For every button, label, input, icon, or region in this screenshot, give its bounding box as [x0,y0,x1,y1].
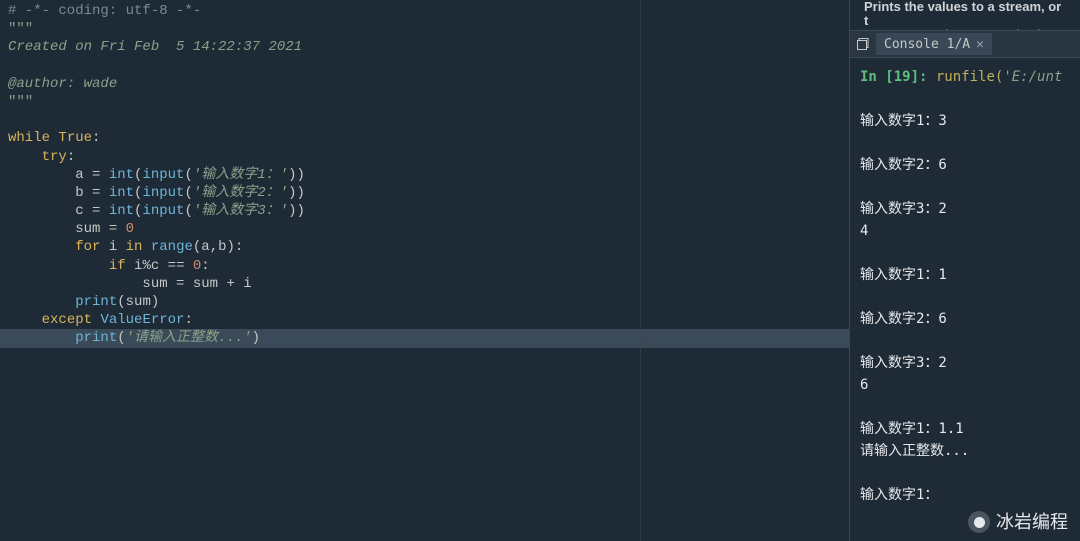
editor-ruler [640,0,641,541]
console-output[interactable]: In [19]: runfile('E:/unt 输入数字1：3 输入数字2：6… [850,58,1080,541]
code-line[interactable]: sum = sum + i [8,275,841,293]
code-line[interactable]: @author: wade [8,75,841,93]
console-line: 输入数字1： [860,484,1070,506]
console-line: 6 [860,374,1070,396]
console-line: 输入数字2：6 [860,154,1070,176]
console-line [860,286,1070,308]
console-prompt-line: In [19]: runfile('E:/unt [860,66,1070,88]
code-line[interactable]: a = int(input('输入数字1：')) [8,166,841,184]
console-line: 输入数字3：2 [860,198,1070,220]
close-icon[interactable]: ✕ [976,37,984,52]
console-line [860,462,1070,484]
help-line: Prints the values to a stream, or t [864,0,1066,28]
console-line: 输入数字2：6 [860,308,1070,330]
console-line: 4 [860,220,1070,242]
console-tab-bar: Console 1/A ✕ [850,30,1080,58]
console-line [860,396,1070,418]
code-line[interactable]: try: [8,148,841,166]
code-line[interactable]: print('请输入正整数...') [0,329,849,347]
code-line[interactable]: sum = 0 [8,220,841,238]
code-line[interactable]: except ValueError: [8,311,841,329]
right-panel: Prints the values to a stream, or t curr… [850,0,1080,541]
console-line [860,242,1070,264]
code-line[interactable]: # -*- coding: utf-8 -*- [8,2,841,20]
editor-content[interactable]: # -*- coding: utf-8 -*-"""Created on Fri… [0,0,849,350]
console-line [860,330,1070,352]
code-line[interactable] [8,111,841,129]
console-line [860,176,1070,198]
code-line[interactable]: Created on Fri Feb 5 14:22:37 2021 [8,38,841,56]
code-line[interactable]: print(sum) [8,293,841,311]
wechat-icon [968,511,990,533]
restore-window-icon[interactable] [856,37,870,51]
watermark: 冰岩编程 [968,511,1068,533]
code-line[interactable]: while True: [8,129,841,147]
console-line [860,88,1070,110]
console-line: 输入数字1：3 [860,110,1070,132]
code-line[interactable]: c = int(input('输入数字3：')) [8,202,841,220]
code-line[interactable]: if i%c == 0: [8,257,841,275]
code-editor[interactable]: # -*- coding: utf-8 -*-"""Created on Fri… [0,0,850,541]
console-tab[interactable]: Console 1/A ✕ [876,33,992,55]
code-line[interactable]: """ [8,20,841,38]
console-line [860,132,1070,154]
console-line: 输入数字1：1 [860,264,1070,286]
console-line: 输入数字3：2 [860,352,1070,374]
code-line[interactable]: """ [8,93,841,111]
console-line: 请输入正整数... [860,440,1070,462]
code-line[interactable]: b = int(input('输入数字2：')) [8,184,841,202]
code-line[interactable]: for i in range(a,b): [8,238,841,256]
code-line[interactable] [8,57,841,75]
console-line: 输入数字1：1.1 [860,418,1070,440]
tab-label: Console 1/A [884,37,970,52]
help-preview: Prints the values to a stream, or t curr… [850,0,1080,30]
watermark-text: 冰岩编程 [996,511,1068,533]
